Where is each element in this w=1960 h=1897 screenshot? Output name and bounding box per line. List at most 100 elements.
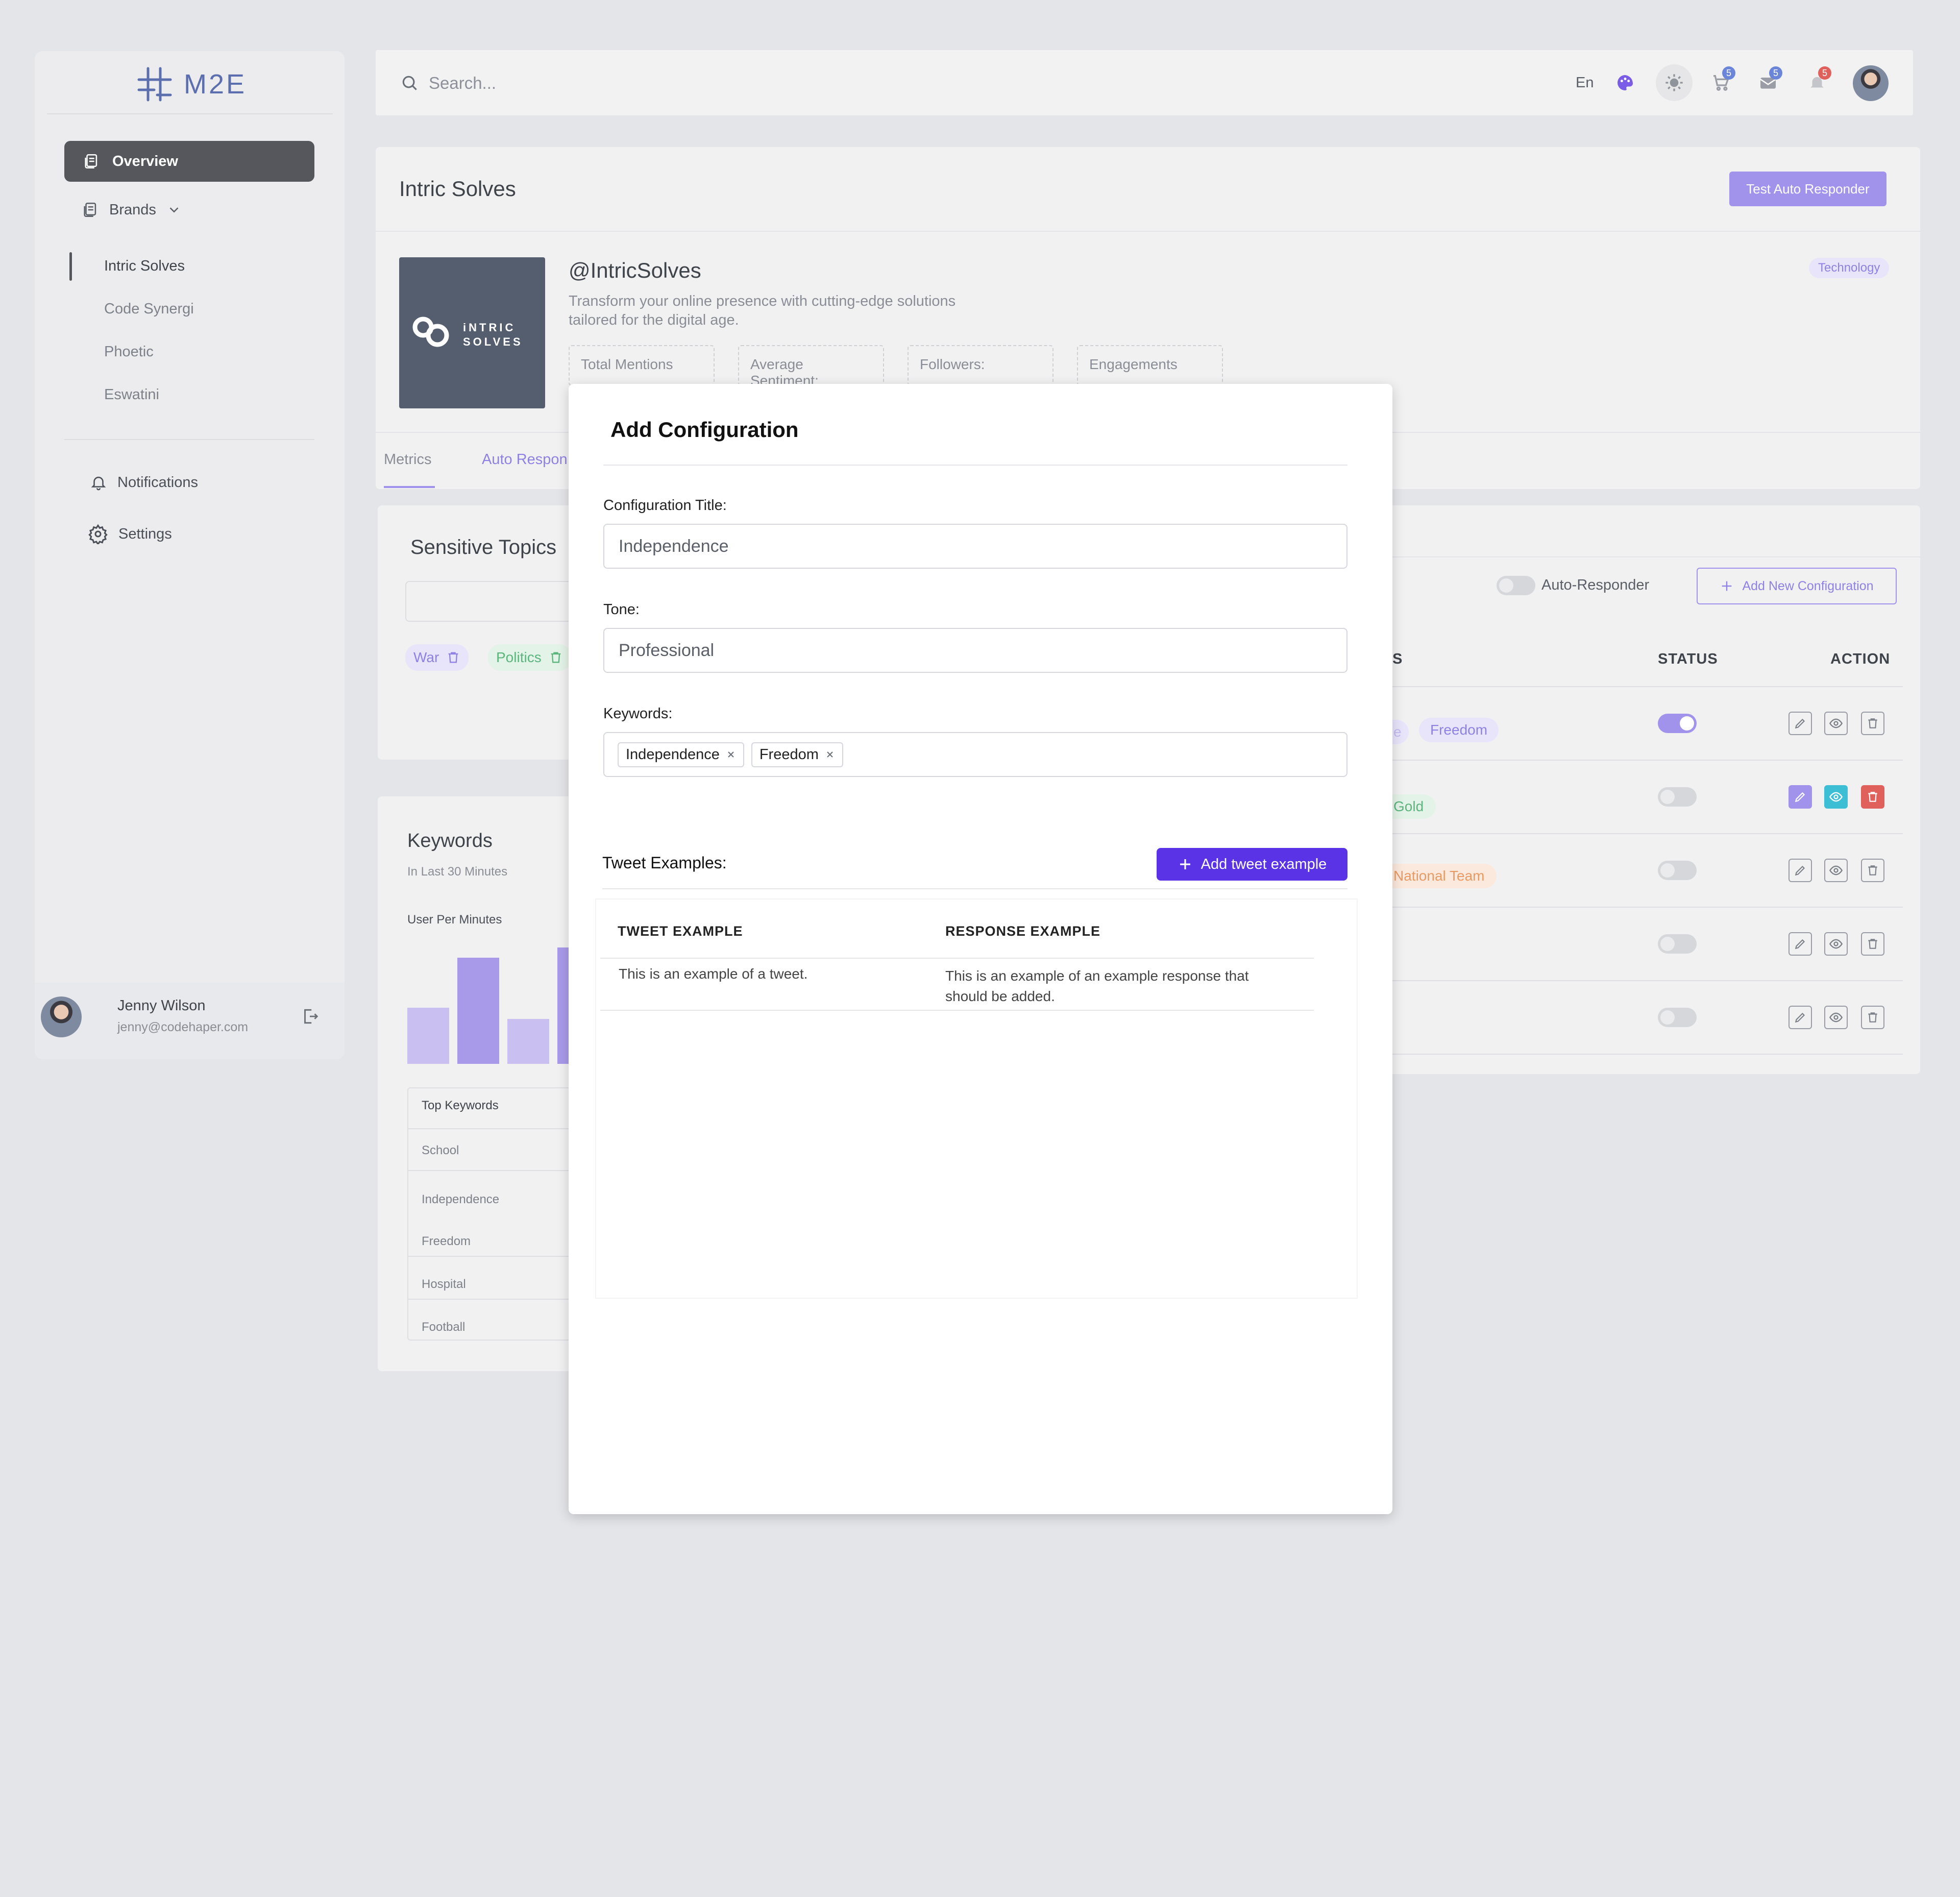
nav-overview[interactable]: Overview	[64, 141, 314, 182]
eye-icon	[1829, 792, 1843, 802]
column-header-action: ACTION	[1830, 651, 1891, 667]
palette-icon	[1618, 75, 1633, 90]
configuration-title-label: Configuration Title:	[603, 497, 727, 514]
view-button[interactable]	[1824, 1006, 1848, 1029]
brand-logo: iNTRIC SOLVES	[399, 257, 545, 408]
eye-icon	[1829, 718, 1843, 728]
sidebar-item-eswatini[interactable]: Eswatini	[104, 386, 159, 403]
divider	[1386, 1054, 1903, 1055]
divider	[1386, 686, 1903, 687]
delete-button[interactable]	[1861, 932, 1884, 956]
notifications-button[interactable]: 5	[1799, 64, 1835, 101]
tone-input[interactable]: Professional	[603, 628, 1348, 673]
divider	[603, 465, 1348, 466]
search-icon	[402, 76, 417, 90]
add-tweet-example-button[interactable]: Add tweet example	[1157, 848, 1348, 881]
pencil-icon	[1795, 792, 1805, 802]
close-icon[interactable]	[726, 749, 736, 760]
sidebar-divider	[47, 113, 333, 114]
view-button[interactable]	[1824, 859, 1848, 882]
app-logo[interactable]: M2E	[137, 66, 247, 102]
divider	[602, 888, 1348, 889]
delete-button[interactable]	[1861, 859, 1884, 882]
edit-button[interactable]	[1788, 859, 1812, 882]
tone-label: Tone:	[603, 601, 640, 618]
plus-icon	[1722, 581, 1732, 591]
divider	[600, 1010, 1314, 1011]
sensitive-topics-title: Sensitive Topics	[410, 536, 557, 558]
divider	[407, 1256, 586, 1257]
cart-button[interactable]: 5	[1703, 64, 1739, 101]
delete-button[interactable]	[1861, 712, 1884, 735]
pencil-icon	[1795, 939, 1805, 950]
notification-badge: 5	[1818, 66, 1831, 80]
view-button[interactable]	[1824, 932, 1848, 956]
divider	[1386, 760, 1903, 761]
trash-icon	[1868, 865, 1877, 875]
trash-icon	[1868, 718, 1877, 728]
edit-button[interactable]	[1788, 932, 1812, 956]
stat-followers: Followers:	[908, 345, 1054, 386]
mail-badge: 5	[1769, 66, 1782, 80]
tweet-examples-label: Tweet Examples:	[602, 854, 727, 872]
status-toggle[interactable]	[1658, 861, 1697, 880]
nav-notifications-label: Notifications	[117, 474, 198, 491]
plus-icon	[1180, 859, 1190, 869]
user-per-minutes-chart	[407, 939, 571, 1064]
status-toggle[interactable]	[1658, 1008, 1697, 1027]
divider	[1386, 833, 1903, 834]
keywords-input[interactable]: Independence Freedom	[603, 732, 1348, 777]
test-auto-responder-button[interactable]: Test Auto Responder	[1729, 172, 1886, 206]
edit-button[interactable]	[1788, 712, 1812, 735]
modal-title: Add Configuration	[610, 418, 799, 442]
status-toggle[interactable]	[1658, 787, 1697, 807]
tab-metrics[interactable]: Metrics	[384, 451, 431, 468]
eye-icon	[1829, 1012, 1843, 1023]
chip-label: War	[413, 649, 439, 665]
stat-average-sentiment: Average Sentiment:	[738, 345, 884, 386]
auto-responder-toggle[interactable]	[1497, 576, 1535, 595]
page-title: Intric Solves	[399, 177, 516, 201]
search-input[interactable]: Search...	[429, 74, 496, 93]
sidebar-item-phoetic[interactable]: Phoetic	[104, 344, 154, 360]
eye-icon	[1829, 939, 1843, 949]
tab-auto-responder[interactable]: Auto Respon	[482, 451, 568, 468]
divider	[407, 1128, 586, 1129]
status-toggle[interactable]	[1658, 934, 1697, 954]
nav-notifications[interactable]: Notifications	[90, 474, 198, 491]
delete-button[interactable]	[1861, 1006, 1884, 1029]
sidebar-item-intric-solves[interactable]: Intric Solves	[104, 258, 185, 275]
view-button[interactable]	[1824, 712, 1848, 735]
theme-toggle-button[interactable]	[1656, 64, 1693, 101]
keywords-label: Keywords:	[603, 706, 673, 722]
close-icon[interactable]	[825, 749, 835, 760]
avatar[interactable]	[1853, 65, 1889, 101]
keyword-row-independence: Independence	[422, 1193, 500, 1206]
delete-button[interactable]	[1861, 785, 1884, 809]
add-new-configuration-button[interactable]: Add New Configuration	[1697, 568, 1897, 604]
nav-brands[interactable]: Brands	[82, 201, 182, 218]
edit-button[interactable]	[1788, 1006, 1812, 1029]
status-toggle[interactable]	[1658, 714, 1697, 733]
mail-button[interactable]: 5	[1750, 64, 1786, 101]
configuration-title-input[interactable]: Independence	[603, 524, 1348, 569]
nav-settings[interactable]: Settings	[88, 524, 172, 544]
trash-icon[interactable]	[446, 650, 460, 665]
chart-bar	[507, 1019, 549, 1064]
brand-logo-mark: iNTRIC SOLVES	[412, 317, 521, 348]
edit-button[interactable]	[1788, 785, 1812, 809]
avatar[interactable]	[41, 996, 82, 1037]
logo-icon	[137, 67, 172, 102]
language-selector[interactable]: En	[1576, 75, 1594, 91]
palette-button[interactable]	[1607, 64, 1644, 101]
trash-icon[interactable]	[549, 650, 563, 665]
view-button[interactable]	[1824, 785, 1848, 809]
chevron-down-icon	[169, 207, 179, 213]
keywords-subtitle: In Last 30 Minutes	[407, 865, 508, 879]
keyword-tag: Independence	[618, 742, 744, 767]
sidebar-item-code-synergi[interactable]: Code Synergi	[104, 301, 194, 318]
trash-icon	[1868, 939, 1877, 949]
logout-icon[interactable]	[300, 1007, 320, 1026]
keyword-chip: Freedom	[1419, 718, 1499, 742]
top-keywords-table	[407, 1087, 586, 1341]
